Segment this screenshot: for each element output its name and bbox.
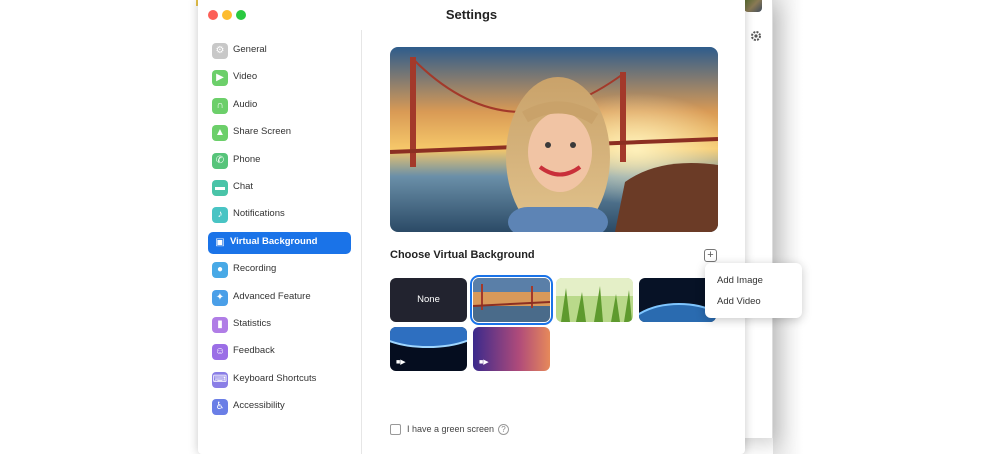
thumbnail-none[interactable]: None: [390, 278, 467, 322]
sidebar-item-label: Chat: [233, 181, 254, 192]
keyboard-icon: ⌨: [212, 371, 228, 388]
accessibility-icon: ♿: [212, 399, 228, 416]
headphones-icon: ∩: [212, 97, 228, 114]
sidebar-item-label: Share Screen: [233, 126, 292, 138]
menu-item-add-image[interactable]: Add Image: [717, 275, 763, 286]
sidebar-item-label: Phone: [233, 153, 261, 165]
bar-chart-icon: ▮: [212, 317, 228, 333]
sidebar-item-keyboard-shortcuts[interactable]: ⌨ Keyboard Shortcuts: [208, 369, 351, 391]
camera-preview: [390, 47, 718, 232]
help-icon[interactable]: ?: [498, 424, 509, 435]
bell-icon: ♪: [212, 207, 228, 224]
sidebar-item-label: Feedback: [233, 345, 275, 357]
sidebar-item-label: Statistics: [233, 318, 272, 329]
sidebar-item-feedback[interactable]: ☺ Feedback: [208, 341, 351, 363]
record-icon: ●: [212, 262, 228, 279]
background-window-shadow: [773, 0, 803, 454]
video-camera-icon: ▶: [212, 70, 228, 87]
window-title: Settings: [445, 7, 498, 22]
sidebar-item-label: Notifications: [233, 208, 285, 220]
sidebar-item-virtual-background[interactable]: ▣ Virtual Background: [208, 231, 351, 254]
thumbnail-video-gradient[interactable]: ■▶: [473, 327, 550, 371]
virtual-background-panel: Choose Virtual Background + None ■▶ ■▶ I…: [363, 30, 745, 454]
virtual-background-icon: ▣: [215, 236, 225, 248]
plus-square-icon[interactable]: +: [704, 249, 717, 262]
menu-item-add-video[interactable]: Add Video: [717, 296, 761, 307]
sidebar-item-audio[interactable]: ∩ Audio: [208, 95, 351, 117]
sidebar-item-general[interactable]: ⚙ General: [208, 40, 351, 62]
sidebar-item-share-screen[interactable]: ▲ Share Screen: [208, 122, 351, 144]
phone-icon: ✆: [212, 152, 228, 169]
sidebar-item-label: Audio: [233, 98, 258, 110]
sparkle-icon: ✦: [212, 289, 228, 306]
sidebar-item-recording[interactable]: ● Recording: [208, 259, 351, 281]
settings-sidebar: ⚙ General ▶ Video ∩ Audio ▲ Share Screen ✆ Phone ▬…: [198, 30, 362, 454]
sidebar-item-label: Video: [233, 71, 258, 83]
sidebar-item-label: General: [233, 44, 267, 55]
sidebar-item-label: Advanced Feature: [233, 290, 311, 302]
add-background-menu: Add Image Add Video: [705, 263, 802, 318]
sidebar-item-phone[interactable]: ✆ Phone: [208, 150, 351, 172]
green-screen-checkbox[interactable]: [390, 424, 401, 435]
avatar[interactable]: [744, 0, 762, 12]
sidebar-item-statistics[interactable]: ▮ Statistics: [208, 314, 351, 336]
share-screen-icon: ▲: [212, 125, 228, 142]
sidebar-item-video[interactable]: ▶ Video: [208, 67, 351, 89]
sidebar-item-notifications[interactable]: ♪ Notifications: [208, 204, 351, 226]
video-camera-icon: ■▶: [396, 359, 406, 366]
section-title: Choose Virtual Background: [390, 249, 535, 261]
title-bar: Settings: [198, 0, 745, 30]
settings-window: Settings ⚙ General ▶ Video ∩ Audio ▲ Share Scre…: [198, 0, 745, 454]
smiley-icon: ☺: [212, 344, 228, 361]
thumbnail-video-earth-horizon[interactable]: ■▶: [390, 327, 467, 371]
sidebar-item-advanced-feature[interactable]: ✦ Advanced Feature: [208, 287, 351, 309]
sidebar-item-accessibility[interactable]: ♿ Accessibility: [208, 396, 351, 418]
chat-icon: ▬: [212, 180, 228, 196]
thumbnail-golden-gate[interactable]: [470, 275, 553, 325]
sidebar-item-label: Recording: [233, 263, 277, 275]
sidebar-item-label: Accessibility: [233, 400, 285, 412]
sidebar-item-label: Virtual Background: [230, 235, 318, 247]
video-camera-icon: ■▶: [479, 359, 489, 366]
sidebar-item-label: Keyboard Shortcuts: [233, 372, 317, 384]
thumbnail-grass[interactable]: [556, 278, 633, 322]
gear-icon: ⚙: [212, 43, 228, 59]
green-screen-label: I have a green screen: [407, 424, 495, 434]
sidebar-item-chat[interactable]: ▬ Chat: [208, 177, 351, 199]
gear-icon[interactable]: [750, 30, 762, 42]
